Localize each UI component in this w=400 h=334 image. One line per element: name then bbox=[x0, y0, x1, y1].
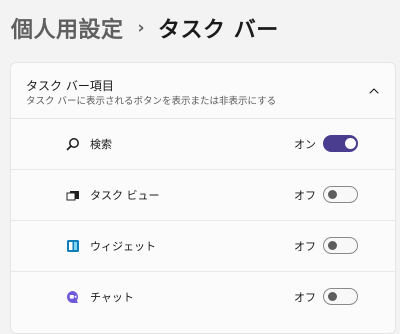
breadcrumb-separator: › bbox=[137, 18, 146, 38]
taskbar-item-chat: チャット オフ bbox=[11, 272, 395, 322]
taskbar-item-label: 検索 bbox=[90, 138, 112, 151]
chat-icon bbox=[65, 289, 81, 305]
toggle-knob bbox=[328, 241, 337, 250]
toggle-state-text: オン bbox=[294, 138, 316, 151]
breadcrumb: 個人用設定 › タスク バー bbox=[11, 12, 279, 44]
search-icon bbox=[65, 136, 81, 152]
taskbar-item-label: タスク ビュー bbox=[90, 189, 160, 202]
search-toggle[interactable] bbox=[323, 135, 358, 152]
task-view-toggle[interactable] bbox=[323, 186, 358, 203]
chat-toggle[interactable] bbox=[323, 288, 358, 305]
chevron-up-icon bbox=[369, 88, 379, 94]
taskbar-items-panel: タスク バー項目 タスク バーに表示されるボタンを表示または非表示にする 検索 … bbox=[10, 62, 396, 334]
taskbar-items-section-header[interactable]: タスク バー項目 タスク バーに表示されるボタンを表示または非表示にする bbox=[11, 63, 395, 119]
breadcrumb-parent-link[interactable]: 個人用設定 bbox=[11, 12, 124, 44]
taskbar-item-widgets: ウィジェット オフ bbox=[11, 221, 395, 272]
widgets-toggle[interactable] bbox=[323, 237, 358, 254]
section-title: タスク バー項目 bbox=[26, 79, 114, 93]
toggle-state-text: オフ bbox=[294, 189, 316, 202]
toggle-knob bbox=[345, 138, 356, 149]
toggle-state-text: オフ bbox=[294, 240, 316, 253]
taskbar-item-search: 検索 オン bbox=[11, 119, 395, 170]
taskbar-item-label: チャット bbox=[90, 291, 134, 304]
task-view-icon bbox=[65, 187, 81, 203]
taskbar-item-label: ウィジェット bbox=[90, 240, 156, 253]
collapse-button[interactable] bbox=[362, 79, 386, 103]
toggle-knob bbox=[328, 190, 337, 199]
section-subtitle: タスク バーに表示されるボタンを表示または非表示にする bbox=[26, 96, 277, 107]
toggle-knob bbox=[328, 292, 337, 301]
page-title: タスク バー bbox=[158, 18, 279, 43]
toggle-state-text: オフ bbox=[294, 291, 316, 304]
taskbar-item-task-view: タスク ビュー オフ bbox=[11, 170, 395, 221]
widgets-icon bbox=[65, 238, 81, 254]
